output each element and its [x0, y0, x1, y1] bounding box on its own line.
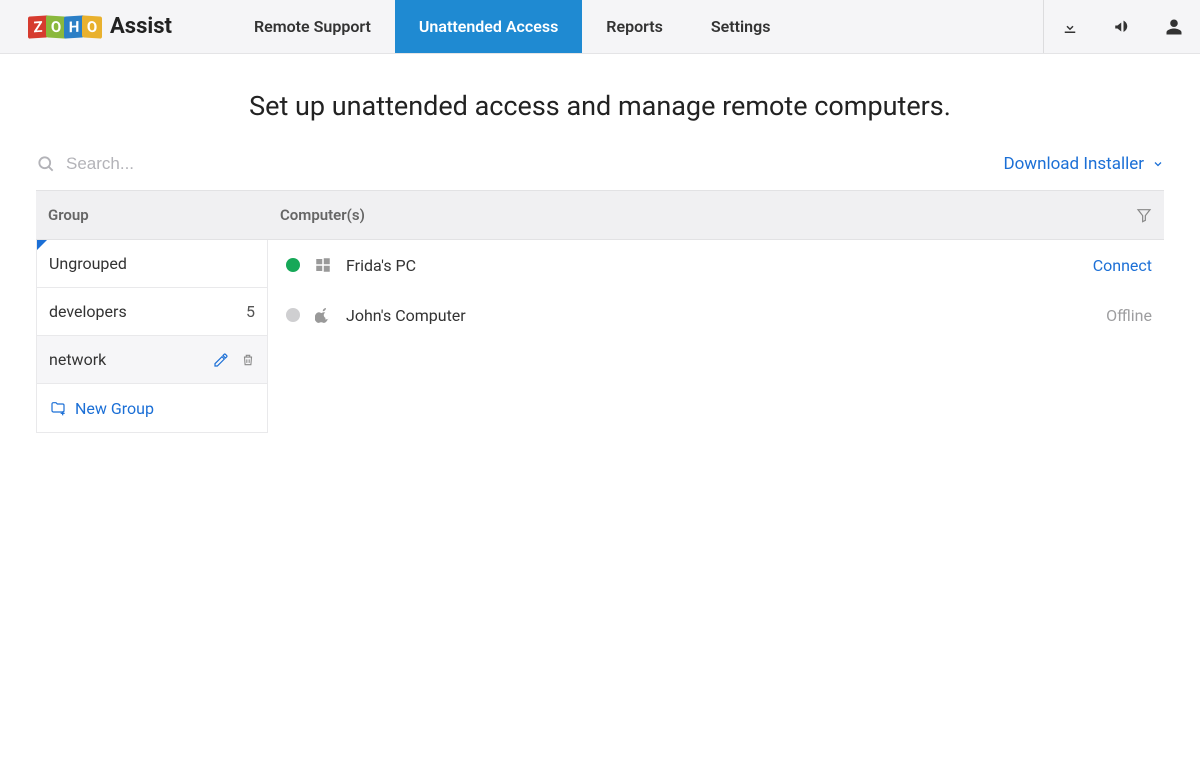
main-nav: Remote Support Unattended Access Reports…	[230, 0, 794, 53]
search-input[interactable]	[66, 154, 266, 174]
edit-icon[interactable]	[213, 352, 229, 368]
computer-name: John's Computer	[346, 306, 466, 325]
logo-assist-text: Assist	[110, 14, 172, 39]
group-item-label: developers	[49, 302, 127, 321]
group-item-label: Ungrouped	[49, 254, 127, 273]
download-installer-link[interactable]: Download Installer	[1003, 154, 1164, 174]
chevron-down-icon	[1152, 158, 1164, 170]
new-group-button[interactable]: New Group	[37, 384, 267, 432]
toolbar: Download Installer	[0, 148, 1200, 190]
header-right	[1043, 0, 1200, 53]
apple-icon	[314, 306, 332, 324]
computer-row[interactable]: John's Computer Offline	[268, 290, 1164, 340]
computer-name: Frida's PC	[346, 256, 416, 275]
computer-row[interactable]: Frida's PC Connect	[268, 240, 1164, 290]
group-item-count: 5	[246, 302, 255, 321]
nav-unattended-access[interactable]: Unattended Access	[395, 0, 582, 53]
nav-settings[interactable]: Settings	[687, 0, 795, 53]
groups-sidebar: Ungrouped developers 5 network New Group	[36, 240, 268, 433]
user-icon[interactable]	[1148, 0, 1200, 53]
new-folder-icon	[49, 400, 67, 416]
zoho-logo-icon: Z O H O	[28, 16, 100, 38]
col-header-group: Group	[36, 206, 268, 224]
download-installer-label: Download Installer	[1003, 154, 1144, 174]
group-item-label: network	[49, 350, 106, 369]
group-item-developers[interactable]: developers 5	[37, 288, 267, 336]
content-split: Ungrouped developers 5 network New Group	[36, 240, 1164, 433]
search-icon	[36, 154, 56, 174]
logo-wrap: Z O H O Assist	[0, 0, 200, 53]
status-dot-online	[286, 258, 300, 272]
group-item-ungrouped[interactable]: Ungrouped	[37, 240, 267, 288]
download-icon[interactable]	[1044, 0, 1096, 53]
col-header-computers: Computer(s)	[268, 206, 1124, 224]
status-dot-offline	[286, 308, 300, 322]
page-title: Set up unattended access and manage remo…	[0, 54, 1200, 148]
windows-icon	[314, 256, 332, 274]
new-group-label: New Group	[75, 399, 154, 418]
offline-status: Offline	[1106, 306, 1152, 325]
nav-remote-support[interactable]: Remote Support	[230, 0, 395, 53]
trash-icon[interactable]	[241, 352, 255, 368]
app-header: Z O H O Assist Remote Support Unattended…	[0, 0, 1200, 54]
nav-reports[interactable]: Reports	[582, 0, 687, 53]
filter-icon[interactable]	[1124, 207, 1164, 223]
zoho-assist-logo[interactable]: Z O H O Assist	[28, 14, 172, 39]
megaphone-icon[interactable]	[1096, 0, 1148, 53]
group-item-actions	[213, 352, 255, 368]
table-header: Group Computer(s)	[36, 190, 1164, 240]
computers-list: Frida's PC Connect John's Computer Offli…	[268, 240, 1164, 433]
group-item-network[interactable]: network	[37, 336, 267, 384]
connect-button[interactable]: Connect	[1093, 256, 1152, 275]
search-wrap	[36, 154, 266, 174]
